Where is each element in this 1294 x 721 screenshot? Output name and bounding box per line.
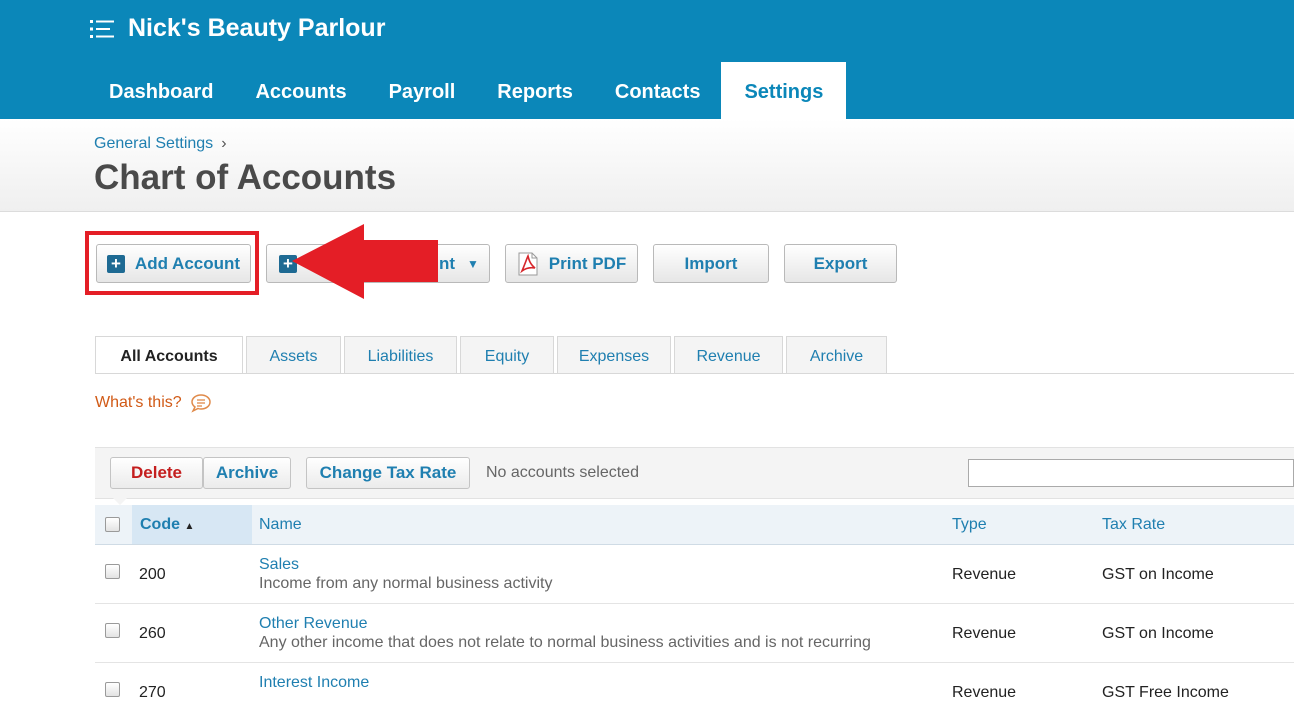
print-pdf-label: Print PDF [548, 253, 627, 273]
account-description: Income from any normal business activity [259, 575, 553, 592]
bulk-actions-toolbar: Delete Archive Change Tax Rate No accoun… [95, 447, 1294, 499]
row-code: 260 [139, 625, 166, 642]
sort-asc-icon: ▲ [184, 521, 195, 532]
whats-this-label: What's this? [95, 394, 182, 411]
column-code[interactable]: Code ▲ [132, 505, 252, 544]
row-type: Revenue [952, 625, 1017, 642]
row-tax-rate: GST Free Income [1102, 684, 1229, 701]
selection-status: No accounts selected [486, 464, 639, 481]
tabs-divider [95, 373, 1294, 374]
tab-expenses[interactable]: Expenses [557, 336, 671, 373]
row-type: Revenue [952, 566, 1017, 583]
chevron-down-icon[interactable]: ▼ [467, 257, 479, 271]
table-row: 200 Sales Income from any normal busines… [95, 545, 1294, 604]
nav-settings[interactable]: Settings [721, 62, 847, 119]
select-all-checkbox[interactable] [105, 517, 120, 532]
search-input[interactable] [968, 459, 1294, 487]
tab-all-accounts[interactable]: All Accounts [95, 336, 243, 374]
whats-this-link[interactable]: What's this? [95, 393, 212, 413]
table-row: 270 Interest Income Revenue GST Free Inc… [95, 663, 1294, 721]
main-nav: Dashboard Accounts Payroll Reports Conta… [88, 62, 847, 119]
column-tax-rate[interactable]: Tax Rate [1102, 505, 1165, 544]
delete-button[interactable]: Delete [110, 457, 203, 489]
toolbar-pointer [112, 497, 128, 505]
nav-contacts[interactable]: Contacts [594, 62, 722, 119]
top-bar: Nick's Beauty Parlour Dashboard Accounts… [0, 0, 1294, 119]
tab-equity[interactable]: Equity [460, 336, 554, 373]
table-row: 260 Other Revenue Any other income that … [95, 604, 1294, 663]
nav-dashboard[interactable]: Dashboard [88, 62, 234, 119]
org-switcher[interactable]: Nick's Beauty Parlour [90, 14, 385, 43]
speech-bubble-icon [190, 394, 211, 413]
breadcrumb: General Settings › [94, 135, 227, 153]
row-code: 270 [139, 684, 166, 701]
archive-button[interactable]: Archive [203, 457, 291, 489]
add-bank-account-label: nt [439, 253, 456, 273]
tab-revenue[interactable]: Revenue [674, 336, 783, 373]
print-pdf-button[interactable]: Print PDF [505, 244, 638, 283]
page-header: General Settings › Chart of Accounts [0, 119, 1294, 212]
row-checkbox[interactable] [105, 564, 120, 579]
account-description: Any other income that does not relate to… [259, 634, 871, 651]
change-tax-rate-button[interactable]: Change Tax Rate [306, 457, 470, 489]
row-tax-rate: GST on Income [1102, 625, 1214, 642]
column-code-label: Code [140, 516, 180, 533]
row-tax-rate: GST on Income [1102, 566, 1214, 583]
account-type-tabs: All Accounts Assets Liabilities Equity E… [95, 336, 890, 374]
org-name: Nick's Beauty Parlour [128, 14, 386, 42]
nav-payroll[interactable]: Payroll [368, 62, 477, 119]
row-type: Revenue [952, 684, 1017, 701]
account-name-link[interactable]: Sales [259, 556, 299, 574]
table-header: Code ▲ Name Type Tax Rate [95, 505, 1294, 545]
red-arrow-annotation [292, 224, 438, 299]
column-name[interactable]: Name [259, 505, 302, 544]
import-button[interactable]: Import [653, 244, 769, 283]
export-button[interactable]: Export [784, 244, 897, 283]
breadcrumb-separator: › [221, 135, 227, 152]
column-type[interactable]: Type [952, 505, 987, 544]
pdf-icon [518, 252, 538, 275]
row-checkbox[interactable] [105, 682, 120, 697]
nav-accounts[interactable]: Accounts [234, 62, 367, 119]
account-name-link[interactable]: Interest Income [259, 674, 369, 692]
tab-archive[interactable]: Archive [786, 336, 887, 373]
menu-list-icon [90, 19, 114, 38]
row-checkbox[interactable] [105, 623, 120, 638]
tab-assets[interactable]: Assets [246, 336, 341, 373]
breadcrumb-general-settings[interactable]: General Settings [94, 135, 213, 152]
highlight-box [85, 231, 259, 295]
tab-liabilities[interactable]: Liabilities [344, 336, 457, 373]
nav-reports[interactable]: Reports [476, 62, 594, 119]
account-name-link[interactable]: Other Revenue [259, 615, 368, 633]
row-code: 200 [139, 566, 166, 583]
page-title: Chart of Accounts [94, 158, 397, 197]
